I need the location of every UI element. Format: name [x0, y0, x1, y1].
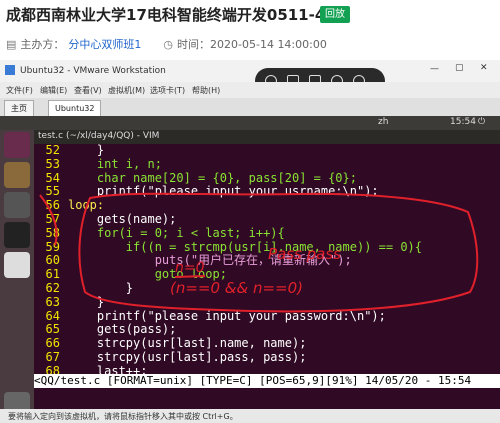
- vm-tabbar: 主页 Ubuntu32: [0, 98, 500, 117]
- files-icon[interactable]: [4, 162, 30, 188]
- code-line: 62 }: [45, 281, 134, 295]
- hint-text: 要将输入定向到该虚拟机，请将鼠标指针移入其中或按 Ctrl+G。: [8, 412, 238, 421]
- code-line: 57 gets(name);: [45, 212, 177, 226]
- code-line: 65 gets(pass);: [45, 322, 177, 337]
- window-close-icon[interactable]: ✕: [480, 63, 488, 73]
- topbar-lang[interactable]: zh: [378, 117, 388, 127]
- menu-view[interactable]: 查看(V): [74, 85, 102, 96]
- host-name-link[interactable]: 分中心双师班1: [68, 36, 141, 52]
- tab-home[interactable]: 主页: [4, 100, 34, 117]
- vim-status-line: <QQ/test.c [FORMAT=unix] [TYPE=C] [POS=6…: [34, 374, 500, 388]
- terminal-title: test.c (~/xl/day4/QQ) - VIM: [38, 131, 160, 141]
- menu-help[interactable]: 帮助(H): [192, 85, 220, 96]
- code-line: 58 for(i = 0; i < last; i++){: [45, 225, 285, 240]
- terminal-titlebar: test.c (~/xl/day4/QQ) - VIM: [34, 130, 500, 144]
- code-line: 61 goto loop;: [45, 267, 227, 282]
- host-label: 主办方：: [20, 38, 65, 51]
- tab-ubuntu32[interactable]: Ubuntu32: [48, 100, 102, 117]
- vmware-icon: [5, 65, 15, 75]
- code-line: 60 puts("用户已存在，请重新输入");: [45, 253, 352, 268]
- vm-titlebar: Ubuntu32 - VMware Workstation — ▢ ✕: [0, 60, 500, 82]
- page-title: 成都西南林业大学17电科智能终端开发0511-4-1: [6, 6, 342, 24]
- clock-icon: ◷: [163, 37, 174, 51]
- vim-terminal[interactable]: test.c (~/xl/day4/QQ) - VIM 52 } 53 int …: [34, 130, 500, 423]
- menu-tabs[interactable]: 选项卡(T): [150, 85, 185, 96]
- ubuntu-logo-icon[interactable]: [4, 132, 30, 158]
- menu-vm[interactable]: 虚拟机(M): [108, 85, 145, 96]
- topbar-time: 15:54: [450, 117, 476, 127]
- window-minimize-icon[interactable]: —: [430, 64, 439, 74]
- menu-file[interactable]: 文件(F): [6, 85, 33, 96]
- code-line: 66 strcpy(usr[last].name, name);: [45, 336, 307, 351]
- vm-window-title: Ubuntu32 - VMware Workstation: [20, 66, 166, 76]
- replay-badge: 回放: [320, 6, 350, 23]
- code-line: 63 }: [45, 294, 105, 309]
- vm-menubar: 文件(F) 编辑(E) 查看(V) 虚拟机(M) 选项卡(T) 帮助(H): [0, 82, 500, 98]
- window-maximize-icon[interactable]: ▢: [455, 63, 464, 73]
- session-meta: ▤ 主办方： 分中心双师班1 ◷ 时间：2020-05-14 14:00:00: [6, 36, 327, 52]
- menu-edit[interactable]: 编辑(E): [40, 85, 67, 96]
- code-line: 52 }: [45, 143, 105, 157]
- vm-input-hint: 要将输入定向到该虚拟机，请将鼠标指针移入其中或按 Ctrl+G。: [0, 409, 500, 423]
- code-line: 53 int i, n;: [45, 156, 162, 171]
- ubuntu-topbar: zh ⏻ 15:54: [0, 116, 500, 130]
- code-line: 56 loop:: [45, 198, 105, 213]
- code-line: 55 printf("please input your usrname:\n"…: [45, 184, 379, 199]
- video-player[interactable]: Ubuntu32 - VMware Workstation — ▢ ✕ 文件(F…: [0, 60, 500, 423]
- text-editor-icon[interactable]: [4, 252, 30, 278]
- time-label: 时间：2020-05-14 14:00:00: [177, 38, 327, 51]
- ubuntu-launcher: [0, 130, 34, 423]
- power-icon[interactable]: ⏻: [478, 117, 485, 127]
- terminal-icon[interactable]: [4, 222, 30, 248]
- host-icon: ▤: [6, 37, 17, 51]
- settings-icon[interactable]: [4, 192, 30, 218]
- code-line: 54 char name[20] = {0}, pass[20] = {0};: [45, 170, 357, 185]
- code-line: 64 printf("please input your password:\n…: [45, 308, 386, 323]
- code-line: 67 strcpy(usr[last].pass, pass);: [45, 350, 307, 364]
